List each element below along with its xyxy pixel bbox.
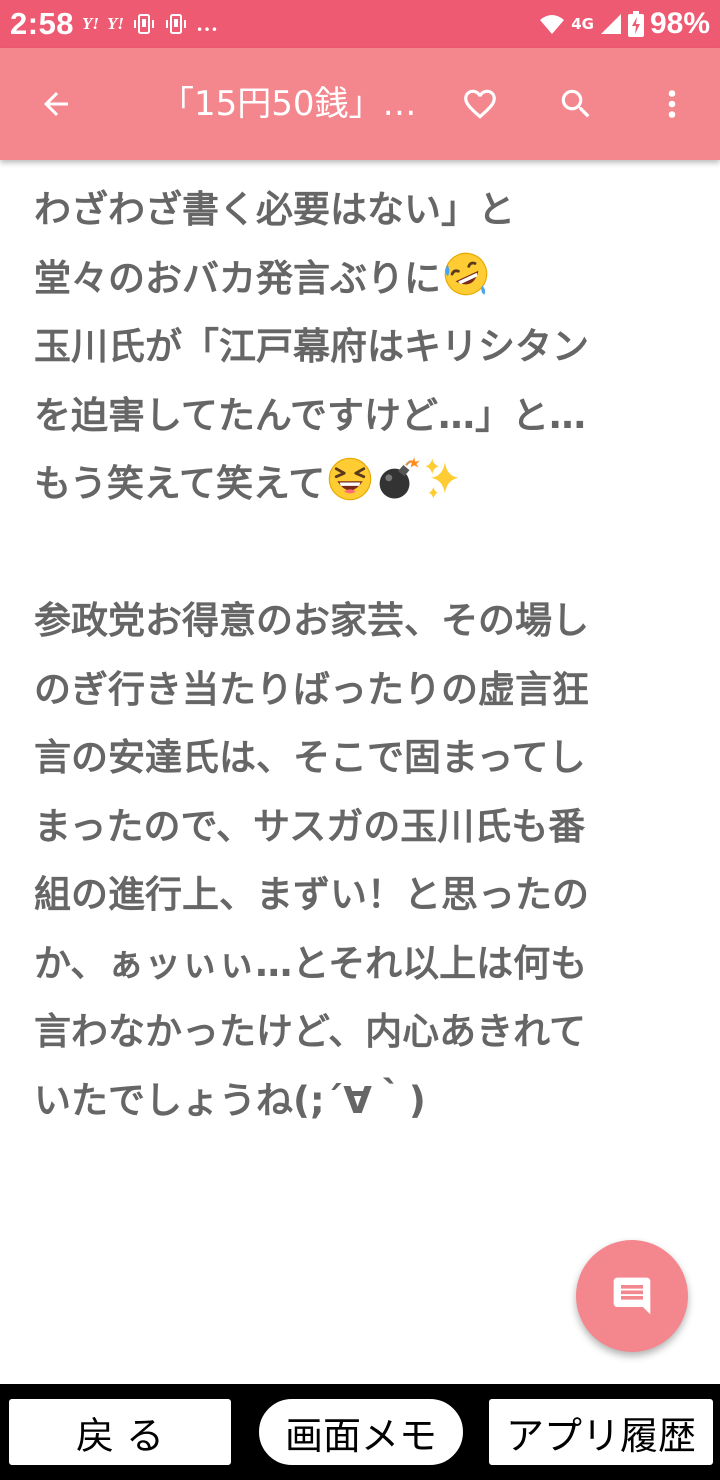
status-left: 2:58 Y! Y! … xyxy=(10,6,218,42)
sparkles-emoji xyxy=(425,458,459,499)
back-nav-button[interactable]: 戻 る xyxy=(6,1396,234,1468)
battery-charging-icon xyxy=(627,11,644,37)
yahoo-notification-icon: Y! xyxy=(82,14,100,33)
text-line: のぎ行き当たりばったりの虚言狂 xyxy=(34,667,589,711)
text-line: を迫害してたんですけど…」と… xyxy=(34,393,587,437)
search-button[interactable] xyxy=(552,80,600,128)
text-line: 言の安達氏は、そこで固まってし xyxy=(34,736,586,779)
text-line: か、ぁッぃぃ…とそれ以上は何も xyxy=(34,941,588,985)
yahoo-notification-icon: Y! xyxy=(107,14,125,33)
comment-icon xyxy=(613,1277,651,1315)
status-right: 4G 98% xyxy=(539,7,710,41)
more-notifications-icon: … xyxy=(196,11,219,36)
text-line: わざわざ書く必要はない」と xyxy=(34,188,515,231)
back-button[interactable] xyxy=(32,80,80,128)
text-line: もう笑えて笑えて xyxy=(34,450,674,519)
text-line: 玉川氏が「江戸幕府はキリシタン xyxy=(34,325,589,368)
favorite-button[interactable] xyxy=(456,80,504,128)
app-bar: 「15円50銭」… xyxy=(0,48,720,160)
text-line: 組の進行上、まずい！と思ったの xyxy=(34,873,589,916)
text-line: 参政党お得意のお家芸、その場し xyxy=(34,599,589,642)
laughing-emoji xyxy=(328,457,372,501)
bottom-navigation-bar: 戻 る 画面メモ アプリ履歴 xyxy=(0,1384,720,1480)
more-options-button[interactable] xyxy=(648,80,696,128)
heart-icon xyxy=(464,89,496,119)
more-vert-icon xyxy=(668,90,676,118)
search-icon xyxy=(561,89,590,118)
signal-icon xyxy=(600,14,621,34)
article-body: わざわざ書く必要はない」と 堂々のおバカ発言ぶりに 玉川氏が「江戸幕府はキリシタ… xyxy=(34,176,674,1135)
text-line: まったので、サスガの玉川氏も番 xyxy=(34,804,586,848)
back-arrow-icon xyxy=(44,92,68,116)
rofl-emoji xyxy=(444,252,488,295)
text-line: いたでしょうね(;´∀｀) xyxy=(34,1078,426,1122)
wifi-icon xyxy=(540,15,565,34)
vibrate-icon xyxy=(166,14,187,34)
status-bar: 2:58 Y! Y! … 4G 98% xyxy=(0,0,720,48)
text-line: 言わなかったけど、内心あきれて xyxy=(34,1010,587,1053)
screen-memo-button[interactable]: 画面メモ xyxy=(256,1396,466,1468)
battery-level: 98% xyxy=(649,7,710,40)
network-type: 4G xyxy=(571,15,594,33)
text-line: 堂々のおバカ発言ぶりに xyxy=(34,245,674,314)
vibrate-icon xyxy=(134,14,155,34)
status-time: 2:58 xyxy=(10,6,75,41)
comment-fab[interactable] xyxy=(576,1240,688,1352)
page-title: 「15円50銭」… xyxy=(160,84,417,124)
bomb-emoji xyxy=(379,457,421,499)
app-history-button[interactable]: アプリ履歴 xyxy=(486,1396,716,1468)
